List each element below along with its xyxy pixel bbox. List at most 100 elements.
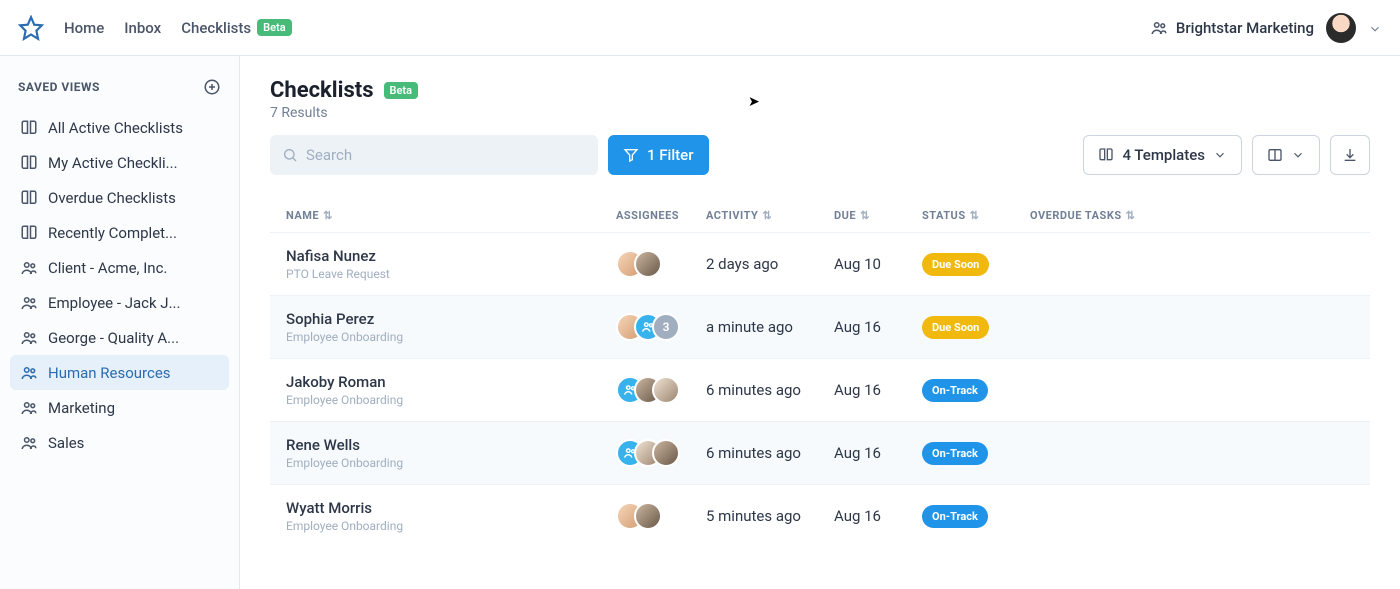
col-name[interactable]: NAME⇅ bbox=[286, 209, 616, 222]
row-template: Employee Onboarding bbox=[286, 456, 616, 470]
avatar bbox=[634, 502, 662, 530]
table-row[interactable]: Jakoby RomanEmployee Onboarding6 minutes… bbox=[270, 358, 1370, 421]
org-switcher[interactable]: Brightstar Marketing bbox=[1150, 19, 1314, 37]
assignee-stack[interactable] bbox=[616, 376, 706, 404]
main: ➤ Checklists Beta 7 Results Search 1 Fil… bbox=[240, 56, 1400, 589]
user-avatar[interactable] bbox=[1326, 13, 1356, 43]
search-input[interactable]: Search bbox=[270, 135, 598, 175]
row-activity: 2 days ago bbox=[706, 255, 834, 273]
row-name: Nafisa Nunez bbox=[286, 247, 616, 265]
col-status[interactable]: STATUS⇅ bbox=[922, 209, 1030, 222]
row-due: Aug 16 bbox=[834, 444, 922, 462]
row-name: Rene Wells bbox=[286, 436, 616, 454]
logo-icon[interactable] bbox=[18, 15, 44, 41]
sidebar-item-label: George - Quality A... bbox=[48, 329, 179, 347]
nav-inbox[interactable]: Inbox bbox=[124, 19, 161, 37]
saved-views-header: SAVED VIEWS bbox=[10, 74, 229, 110]
sidebar-item-label: Recently Complet... bbox=[48, 224, 177, 242]
toolbar: Search 1 Filter 4 Templates bbox=[270, 135, 1370, 175]
book-icon bbox=[20, 188, 38, 207]
table-row[interactable]: Wyatt Morris Employee Onboarding 5 minutes… bbox=[270, 484, 1370, 547]
col-activity[interactable]: ACTIVITY⇅ bbox=[706, 209, 834, 222]
sidebar-item-label: Human Resources bbox=[48, 364, 171, 382]
sort-icon: ⇅ bbox=[1126, 209, 1136, 222]
page-head: Checklists Beta 7 Results bbox=[270, 78, 1370, 121]
sidebar-item[interactable]: Recently Complet... bbox=[10, 215, 229, 250]
sidebar-item[interactable]: George - Quality A... bbox=[10, 320, 229, 355]
sidebar-item-label: Client - Acme, Inc. bbox=[48, 259, 167, 277]
layout-button[interactable] bbox=[1252, 135, 1320, 175]
row-name: Sophia Perez bbox=[286, 310, 616, 328]
add-view-button[interactable] bbox=[203, 78, 221, 96]
chevron-down-icon[interactable] bbox=[1368, 18, 1382, 37]
sidebar-item[interactable]: Human Resources bbox=[10, 355, 229, 390]
assignee-stack[interactable]: 3 bbox=[616, 313, 706, 341]
layout: SAVED VIEWS All Active Checklists My Acti… bbox=[0, 56, 1400, 589]
saved-views-list: All Active Checklists My Active Checkli..… bbox=[10, 110, 229, 460]
beta-badge: Beta bbox=[384, 82, 419, 99]
results-count: 7 Results bbox=[270, 105, 418, 121]
top-nav-left: Home Inbox Checklists Beta bbox=[18, 15, 292, 41]
sort-icon: ⇅ bbox=[860, 209, 870, 222]
nav-home[interactable]: Home bbox=[64, 19, 104, 37]
search-placeholder: Search bbox=[306, 146, 352, 164]
sidebar-item-label: All Active Checklists bbox=[48, 119, 183, 137]
top-nav-right: Brightstar Marketing bbox=[1150, 13, 1382, 43]
row-activity: 6 minutes ago bbox=[706, 444, 834, 462]
row-name: Jakoby Roman bbox=[286, 373, 616, 391]
group-icon bbox=[1150, 19, 1168, 37]
assignee-stack[interactable] bbox=[616, 250, 706, 278]
filter-label: 1 Filter bbox=[647, 146, 694, 164]
sidebar-item[interactable]: All Active Checklists bbox=[10, 110, 229, 145]
chevron-down-icon bbox=[1291, 148, 1305, 162]
assignee-overflow: 3 bbox=[652, 313, 680, 341]
column-headers: NAME⇅ ASSIGNEES ACTIVITY⇅ DUE⇅ STATUS⇅ O… bbox=[270, 199, 1370, 232]
row-activity: 5 minutes ago bbox=[706, 507, 834, 525]
assignee-stack[interactable] bbox=[616, 502, 706, 530]
status-badge: Due Soon bbox=[922, 253, 989, 276]
table-row[interactable]: Sophia PerezEmployee Onboarding3a minute… bbox=[270, 295, 1370, 358]
sidebar-item[interactable]: Employee - Jack J... bbox=[10, 285, 229, 320]
row-due: Aug 16 bbox=[834, 381, 922, 399]
book-icon bbox=[20, 153, 38, 172]
chevron-down-icon bbox=[1213, 148, 1227, 162]
sidebar-item[interactable]: Marketing bbox=[10, 390, 229, 425]
sort-icon: ⇅ bbox=[323, 209, 333, 222]
col-due[interactable]: DUE⇅ bbox=[834, 209, 922, 222]
filter-icon bbox=[623, 147, 639, 163]
sidebar: SAVED VIEWS All Active Checklists My Acti… bbox=[0, 56, 240, 589]
beta-badge: Beta bbox=[257, 19, 292, 36]
nav-checklists[interactable]: Checklists Beta bbox=[181, 19, 291, 37]
sidebar-item[interactable]: My Active Checkli... bbox=[10, 145, 229, 180]
assignee-stack[interactable] bbox=[616, 439, 706, 467]
sidebar-item-label: My Active Checkli... bbox=[48, 154, 178, 172]
sidebar-item[interactable]: Overdue Checklists bbox=[10, 180, 229, 215]
table-row[interactable]: Nafisa NunezPTO Leave Request2 days agoA… bbox=[270, 232, 1370, 295]
status-badge: Due Soon bbox=[922, 316, 989, 339]
filter-button[interactable]: 1 Filter bbox=[608, 135, 709, 175]
book-icon bbox=[1098, 147, 1114, 163]
download-button[interactable] bbox=[1330, 135, 1370, 175]
sidebar-item-label: Marketing bbox=[48, 399, 115, 417]
avatar bbox=[652, 376, 680, 404]
row-template: Employee Onboarding bbox=[286, 519, 616, 533]
status-badge: On-Track bbox=[922, 442, 988, 465]
group-icon bbox=[20, 433, 38, 452]
templates-button[interactable]: 4 Templates bbox=[1083, 135, 1242, 175]
page-title: Checklists bbox=[270, 78, 374, 103]
col-overdue[interactable]: OVERDUE TASKS⇅ bbox=[1030, 209, 1354, 222]
row-due: Aug 10 bbox=[834, 255, 922, 273]
avatar bbox=[634, 250, 662, 278]
sidebar-item[interactable]: Client - Acme, Inc. bbox=[10, 250, 229, 285]
table-row[interactable]: Rene Wells Employee Onboarding 6 minutes a… bbox=[270, 421, 1370, 484]
group-icon bbox=[20, 328, 38, 347]
sidebar-item[interactable]: Sales bbox=[10, 425, 229, 460]
sort-icon: ⇅ bbox=[762, 209, 772, 222]
sort-icon: ⇅ bbox=[970, 209, 980, 222]
status-badge: On-Track bbox=[922, 379, 988, 402]
templates-label: 4 Templates bbox=[1122, 146, 1205, 164]
avatar bbox=[652, 439, 680, 467]
row-name: Wyatt Morris bbox=[286, 499, 616, 517]
row-due: Aug 16 bbox=[834, 318, 922, 336]
group-icon bbox=[20, 398, 38, 417]
